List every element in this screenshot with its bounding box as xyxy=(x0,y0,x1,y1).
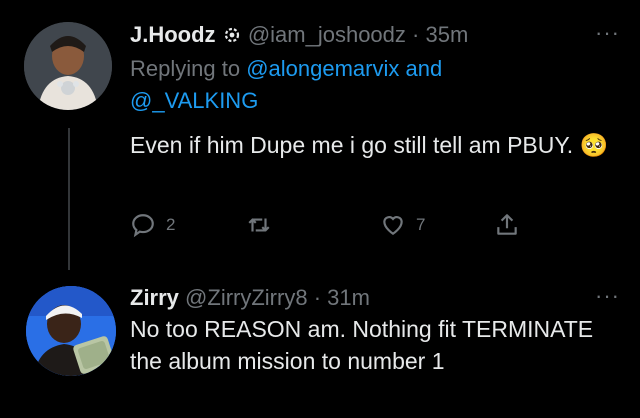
tweet-text: Even if him Dupe me i go still tell am P… xyxy=(130,129,620,161)
replying-to: Replying to @alongemarvix and @_VALKING xyxy=(130,53,620,117)
replying-prefix: Replying to xyxy=(130,56,241,81)
display-name[interactable]: J.Hoodz xyxy=(130,22,216,47)
avatar-jhoodz[interactable] xyxy=(24,22,112,110)
avatar-zirry[interactable] xyxy=(26,286,116,376)
share-button[interactable] xyxy=(494,212,520,238)
tweet-text: No too REASON am. Nothing fit TERMINATE … xyxy=(130,316,594,374)
reply-count: 2 xyxy=(166,215,176,234)
mention-link[interactable]: @alongemarvix xyxy=(246,56,399,81)
reply-icon xyxy=(132,214,154,238)
like-count: 7 xyxy=(416,215,426,234)
pleading-face-emoji: 🥺 xyxy=(579,132,609,158)
like-icon xyxy=(383,216,403,235)
reply-button[interactable]: 2 xyxy=(130,212,175,238)
separator: · xyxy=(412,22,420,47)
thread-line xyxy=(68,128,70,270)
timestamp[interactable]: 31m xyxy=(327,285,370,310)
more-options-icon[interactable]: ··· xyxy=(595,20,620,46)
mention-join: and xyxy=(405,56,443,81)
retweet-button[interactable] xyxy=(246,212,272,238)
more-options-icon[interactable]: ··· xyxy=(595,283,620,309)
timestamp[interactable]: 35m xyxy=(425,22,468,47)
settings-badge-icon xyxy=(222,23,242,53)
tweet-zirry[interactable]: Zirry @ZirryZirry8 · 31m ··· No too REAS… xyxy=(130,283,620,377)
tweet-actions: 2 7 xyxy=(130,212,520,246)
like-button[interactable]: 7 xyxy=(380,212,425,238)
tweet-text-content: Even if him Dupe me i go still tell am P… xyxy=(130,132,574,158)
separator: · xyxy=(313,285,322,310)
mention-link[interactable]: @_VALKING xyxy=(130,88,258,113)
handle[interactable]: @ZirryZirry8 xyxy=(185,285,308,310)
handle[interactable]: @iam_joshoodz xyxy=(248,22,406,47)
retweet-icon xyxy=(248,218,270,232)
tweet-header: J.Hoodz @iam_joshoodz · 35m xyxy=(130,20,620,53)
tweet-jhoodz[interactable]: J.Hoodz @iam_joshoodz · 35m ··· Replying… xyxy=(130,20,620,161)
share-icon xyxy=(497,214,517,235)
display-name[interactable]: Zirry xyxy=(130,285,179,310)
tweet-header: Zirry @ZirryZirry8 · 31m xyxy=(130,283,620,313)
